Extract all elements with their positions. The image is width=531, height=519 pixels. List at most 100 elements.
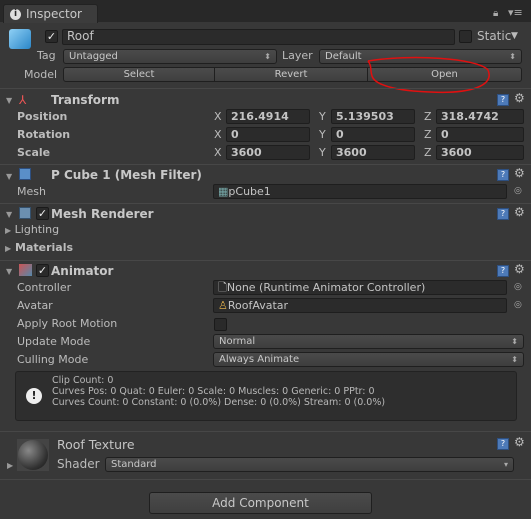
transform-x-input[interactable]: 0 [226,127,310,142]
sphere-icon [18,440,48,470]
object-picker-icon[interactable]: ◎ [514,300,522,310]
transform-z-input[interactable]: 3600 [436,145,524,160]
lock-icon[interactable]: 🔒︎ [493,8,498,19]
clip-count-text: Clip Count: 0 [52,375,114,386]
material-title: Roof Texture [57,437,135,452]
apply-root-motion-checkbox[interactable] [214,318,227,331]
axis-x-label[interactable]: X [214,110,222,123]
apply-root-motion-label: Apply Root Motion [17,317,118,330]
axis-y-label[interactable]: Y [319,146,326,159]
tag-label: Tag [37,49,56,62]
transform-x-input[interactable]: 3600 [226,145,310,160]
collapse-triangle-icon[interactable]: ▼ [6,172,12,181]
axis-y-label[interactable]: Y [319,128,326,141]
gear-icon[interactable]: ⚙ [514,205,525,219]
select-button[interactable]: Select [63,67,215,82]
mesh-value: pCube1 [228,185,271,198]
menu-icon[interactable]: ▾≡ [508,6,523,19]
animator-info-box: ! Clip Count: 0 Curves Pos: 0 Quat: 0 Eu… [15,371,517,421]
info-icon: i [10,9,21,20]
mesh-renderer-title[interactable]: Mesh Renderer [51,207,154,221]
layer-value: Default [325,51,362,62]
update-mode-label: Update Mode [17,335,91,348]
controller-value: None (Runtime Animator Controller) [226,281,426,294]
update-mode-dropdown[interactable]: Normal ⬍ [213,334,524,349]
static-label: Static [477,29,512,43]
mesh-renderer-icon [19,207,31,219]
material-preview [17,439,49,471]
add-component-button[interactable]: Add Component [149,492,372,514]
avatar-asset-icon: ♙ [218,299,228,312]
gear-icon[interactable]: ⚙ [514,166,525,180]
animator-icon [19,264,32,276]
axis-x-label[interactable]: X [214,146,222,159]
culling-mode-dropdown[interactable]: Always Animate ⬍ [213,352,524,367]
curves-pos-text: Curves Pos: 0 Quat: 0 Euler: 0 Scale: 0 … [52,386,375,397]
red-annotation-circle [367,56,490,94]
help-icon[interactable]: ? [497,438,509,450]
info-exclamation-icon: ! [26,388,42,404]
axis-z-label[interactable]: Z [424,110,432,123]
mesh-label: Mesh [17,185,46,198]
transform-y-input[interactable]: 5.139503 [331,109,415,124]
name-input[interactable]: Roof [62,29,455,45]
mesh-filter-icon [19,168,31,180]
gameobject-cube-icon [9,29,31,49]
controller-field[interactable]: 🗋︎None (Runtime Animator Controller) [213,280,507,295]
gear-icon[interactable]: ⚙ [514,262,525,276]
transform-x-input[interactable]: 216.4914 [226,109,310,124]
axis-z-label[interactable]: Z [424,128,432,141]
mesh-filter-title[interactable]: P Cube 1 (Mesh Filter) [51,168,202,182]
gear-icon[interactable]: ⚙ [514,91,525,105]
mesh-asset-icon: ▦ [218,185,229,198]
transform-z-input[interactable]: 0 [436,127,524,142]
tag-dropdown[interactable]: Untagged ⬍ [63,49,277,64]
transform-z-input[interactable]: 318.4742 [436,109,524,124]
axis-y-label[interactable]: Y [319,110,326,123]
mesh-renderer-enabled-checkbox[interactable]: ✓ [36,207,49,220]
tag-value: Untagged [69,51,118,62]
collapse-triangle-icon[interactable]: ▼ [6,210,12,219]
expand-triangle-icon: ▶ [5,244,12,253]
static-dropdown-icon[interactable]: ▼ [511,31,518,41]
layer-label: Layer [282,49,313,62]
transform-y-input[interactable]: 3600 [331,145,415,160]
lighting-foldout[interactable]: ▶ Lighting [5,223,59,236]
axis-z-label[interactable]: Z [424,146,432,159]
transform-row-label: Scale [17,146,51,159]
avatar-field[interactable]: ♙RoofAvatar [213,298,507,313]
materials-foldout[interactable]: ▶ Materials [5,241,73,254]
object-picker-icon[interactable]: ◎ [514,282,522,292]
avatar-value: RoofAvatar [227,299,289,312]
transform-y-input[interactable]: 0 [331,127,415,142]
collapse-triangle-icon[interactable]: ▼ [6,267,12,276]
animator-enabled-checkbox[interactable]: ✓ [36,264,49,277]
curves-count-text: Curves Count: 0 Constant: 0 (0.0%) Dense… [52,397,386,408]
avatar-label: Avatar [17,299,53,312]
expand-triangle-icon[interactable]: ▶ [7,461,13,470]
shader-dropdown[interactable]: Standard ▾ [105,457,514,472]
gear-icon[interactable]: ⚙ [514,435,525,449]
static-checkbox[interactable] [459,30,472,43]
animator-title[interactable]: Animator [51,264,113,278]
object-picker-icon[interactable]: ◎ [514,186,522,196]
axis-x-label[interactable]: X [214,128,222,141]
transform-title[interactable]: Transform [51,93,119,107]
culling-mode-value: Always Animate [219,354,300,365]
help-icon[interactable]: ? [497,208,509,220]
expand-triangle-icon: ▶ [5,226,12,235]
help-icon[interactable]: ? [497,169,509,181]
tab-inspector[interactable]: i Inspector [3,4,98,23]
mesh-field[interactable]: ▦pCube1 [213,184,507,199]
model-label: Model [24,68,58,81]
revert-button[interactable]: Revert [214,67,368,82]
tab-title: Inspector [26,7,82,21]
controller-asset-icon: 🗋︎ [218,281,227,294]
culling-mode-label: Culling Mode [17,353,89,366]
help-icon[interactable]: ? [497,265,509,277]
collapse-triangle-icon[interactable]: ▼ [6,96,12,105]
active-checkbox[interactable]: ✓ [45,30,58,43]
help-icon[interactable]: ? [497,94,509,106]
lighting-label: Lighting [14,223,60,236]
update-mode-value: Normal [219,336,256,347]
